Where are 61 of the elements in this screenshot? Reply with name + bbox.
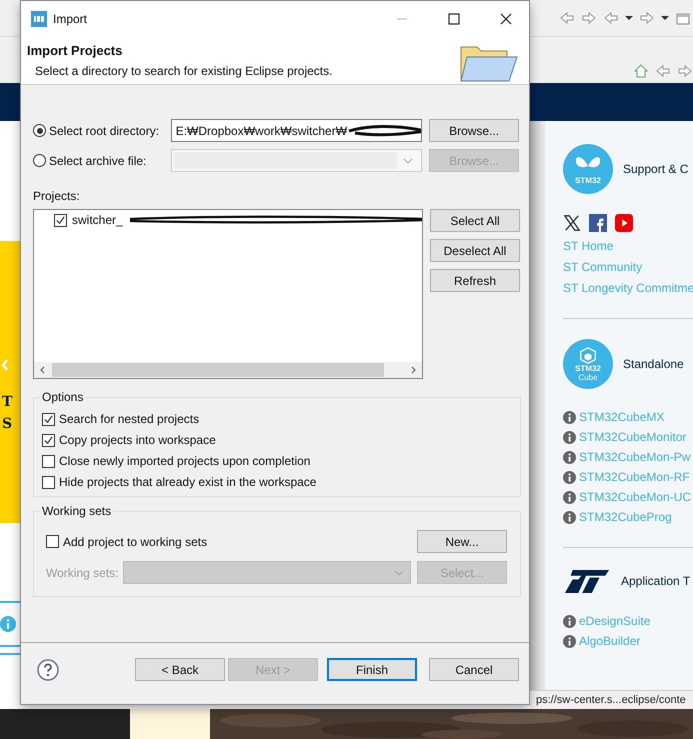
group-title: Options (40, 390, 86, 404)
checkbox[interactable] (42, 454, 55, 468)
app-icon (31, 11, 47, 27)
caret-icon[interactable] (625, 14, 633, 22)
caret-icon[interactable] (661, 14, 669, 22)
list-action-button[interactable]: Deselect All (430, 239, 520, 262)
butterfly-logo: STM32 (563, 144, 613, 194)
list-action-button[interactable]: Select All (430, 209, 520, 232)
info-icon (563, 430, 576, 444)
radio-label[interactable]: Select root directory: (49, 124, 160, 138)
help-icon[interactable] (37, 658, 59, 680)
project-name[interactable]: switcher_ (72, 213, 123, 227)
checkbox[interactable] (42, 412, 55, 426)
checkbox-label[interactable]: Copy projects into workspace (59, 433, 216, 447)
path-field[interactable]: E:₩Dropbox₩work₩switcher₩ (170, 119, 422, 142)
status-url-bar: ps://sw-center.s...eclipse/conte (530, 690, 693, 709)
field-label: Working sets: (46, 566, 118, 580)
section-title: Support & C (623, 162, 688, 176)
wizard-button[interactable]: < Back (135, 658, 225, 681)
info-icon (563, 510, 576, 524)
info-icon (563, 470, 576, 484)
section-label: Projects: (33, 189, 81, 203)
wizard-button[interactable]: Cancel (429, 658, 519, 681)
back-arrow-icon[interactable] (655, 63, 671, 79)
back-arrow-icon[interactable] (603, 10, 619, 26)
checkbox[interactable] (54, 214, 67, 226)
window-title: Import (53, 12, 88, 26)
page-title: Import Projects (27, 43, 124, 58)
info-icon (563, 614, 576, 628)
info-icon (563, 490, 576, 504)
group-title: Working sets (40, 504, 114, 518)
wizard-button[interactable]: Finish (327, 658, 417, 681)
section-title: Standalone (623, 357, 684, 371)
banner-text: S (1, 415, 14, 434)
home-icon[interactable] (633, 63, 649, 79)
info-icon (563, 450, 576, 464)
list-action-button[interactable]: Refresh (430, 269, 520, 292)
checkbox-label[interactable]: Search for nested projects (59, 412, 200, 426)
forward-arrow-icon[interactable] (581, 10, 597, 26)
back-arrow-icon[interactable] (559, 10, 575, 26)
st-logo (563, 568, 611, 593)
checkbox[interactable] (42, 476, 55, 488)
info-icon[interactable] (0, 616, 16, 632)
forward-arrow-icon[interactable] (639, 10, 655, 26)
info-icon (563, 410, 576, 424)
cube-logo: STM32 Cube (563, 339, 613, 389)
projects-list[interactable]: switcher_ (33, 209, 423, 379)
checkbox-label[interactable]: Close newly imported projects upon completion (59, 454, 310, 468)
radio-button[interactable] (33, 124, 46, 137)
forward-arrow-icon[interactable] (677, 63, 693, 79)
info-icon (563, 634, 576, 648)
browse-button[interactable]: Browse... (429, 119, 519, 142)
youtube-icon[interactable] (615, 214, 633, 232)
page-description: Select a directory to search for existing Eclipse projects. (34, 64, 334, 78)
horizontal-scrollbar[interactable] (34, 362, 422, 378)
banner-text: T (1, 393, 14, 412)
section-title: Application T (621, 574, 690, 588)
checkbox[interactable] (42, 434, 55, 446)
x-logo-icon[interactable] (563, 214, 581, 232)
facebook-icon[interactable] (589, 214, 607, 232)
checkbox-label[interactable]: Hide projects that already exist in the workspace (59, 475, 316, 489)
